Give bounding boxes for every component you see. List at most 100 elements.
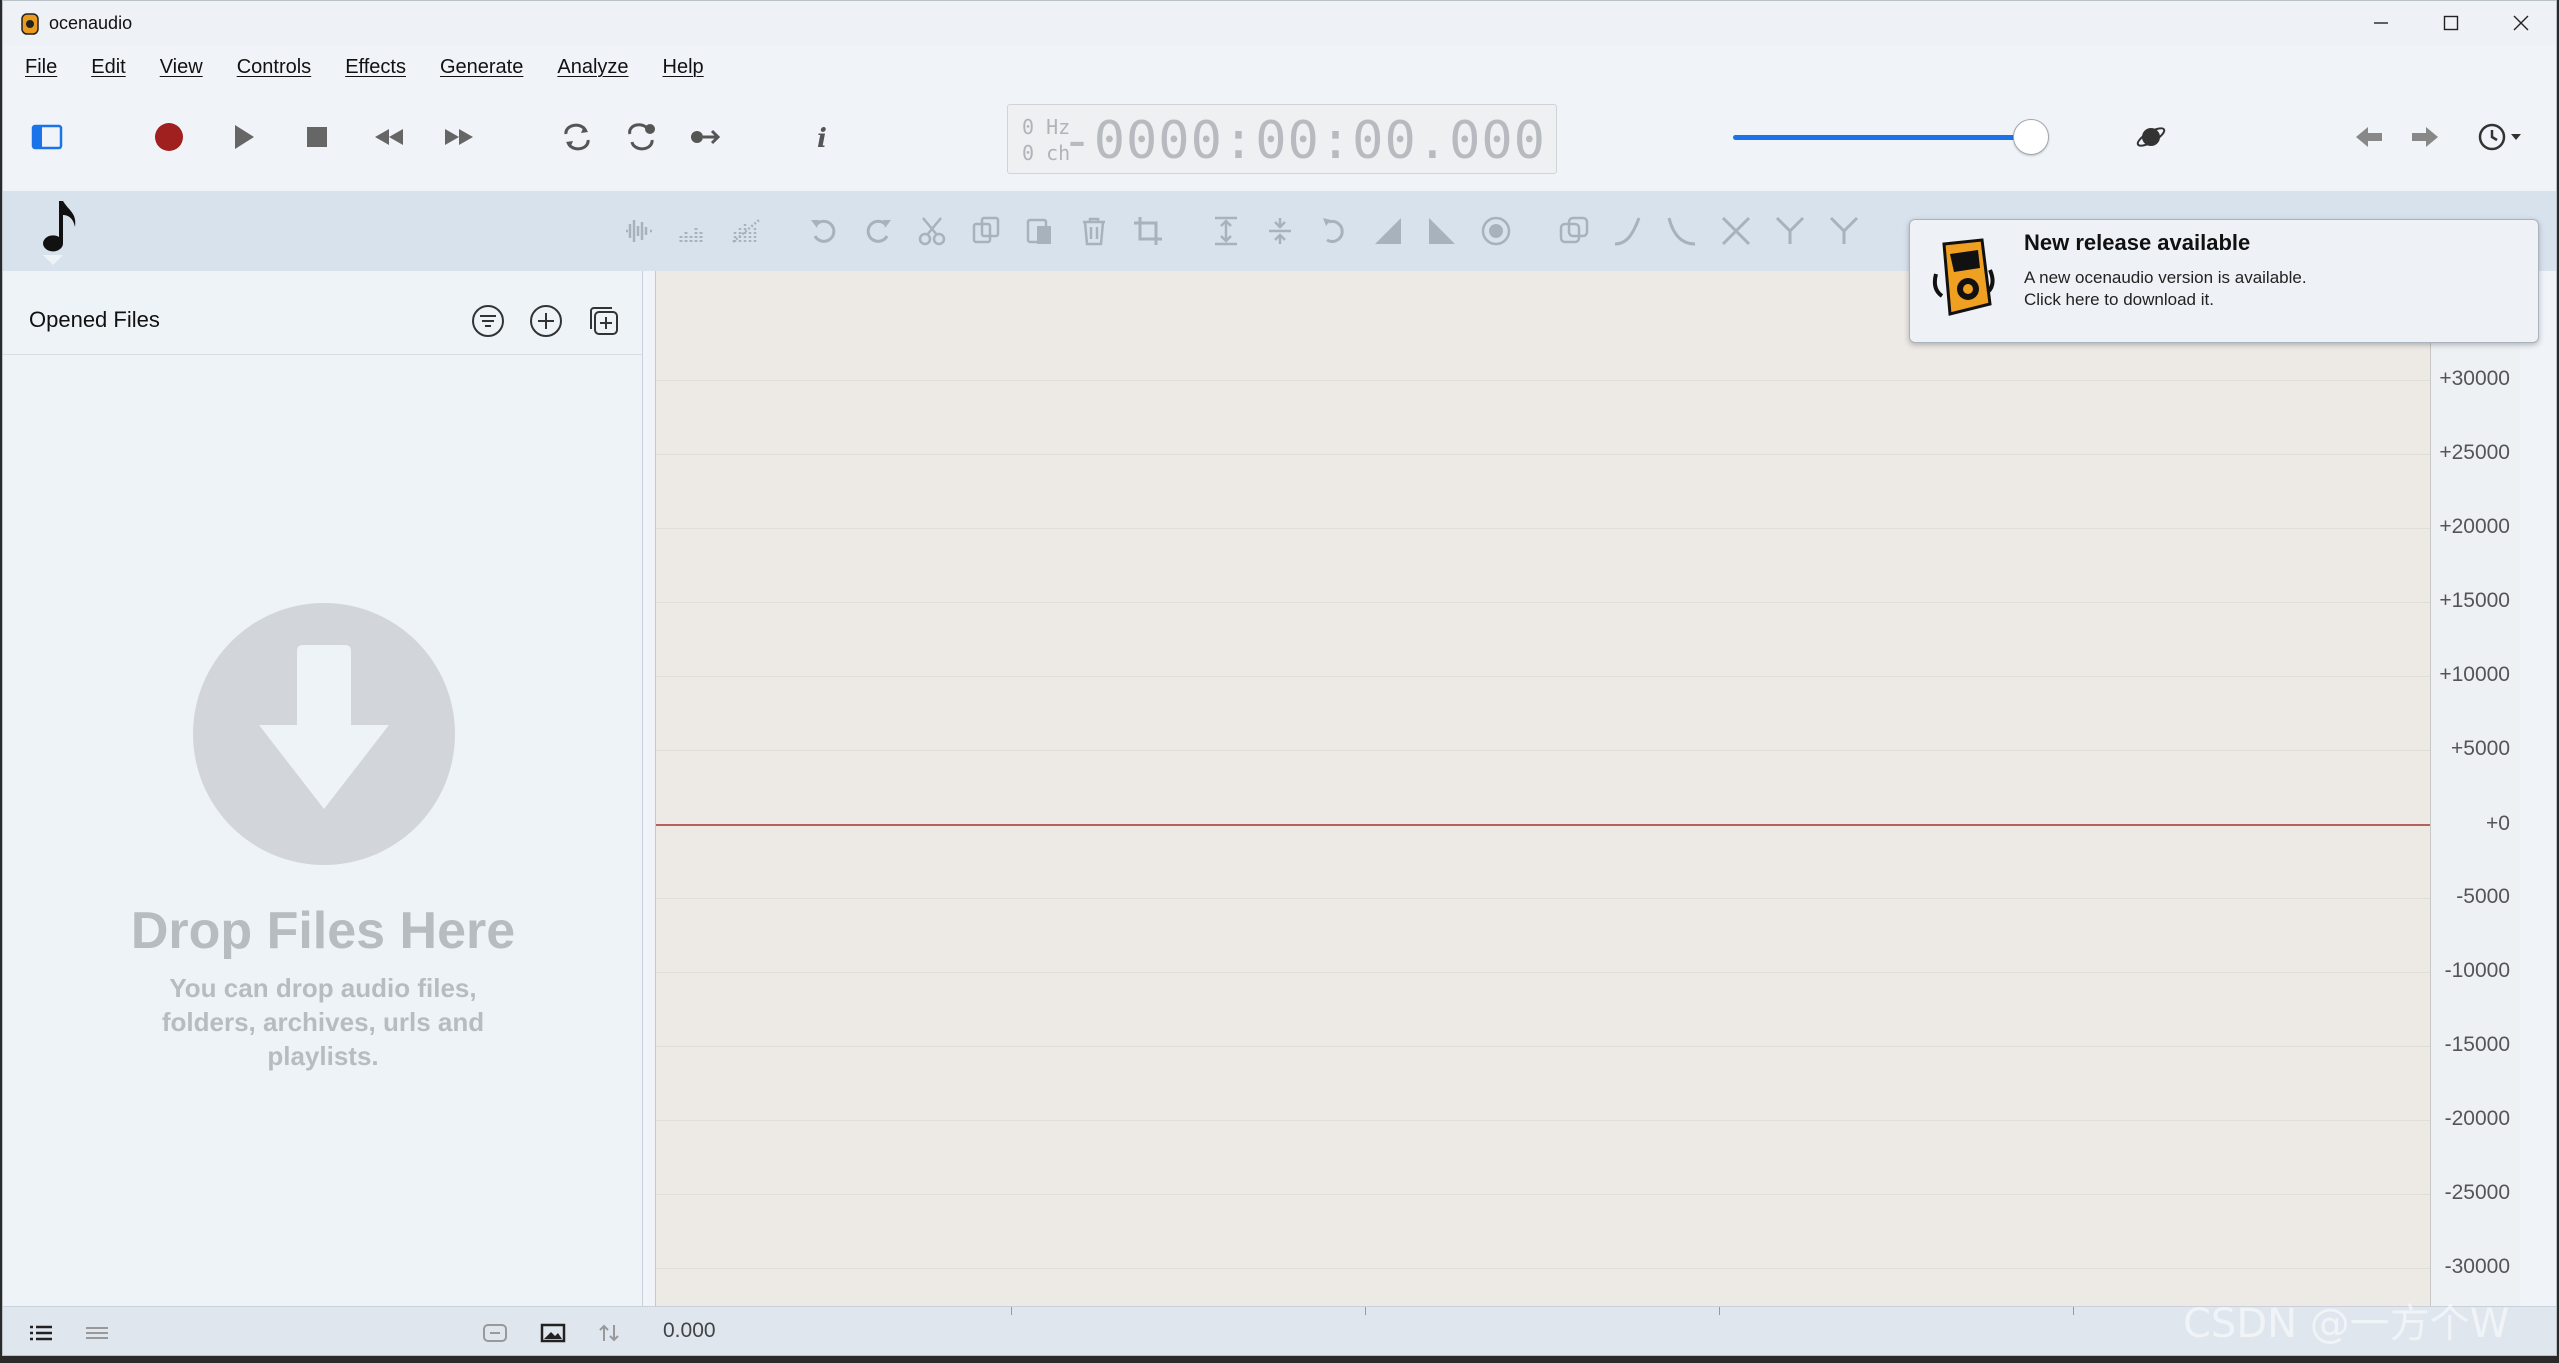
notification-link[interactable]: Click here to download it. [2024, 290, 2214, 310]
panel-header: Opened Files [3, 271, 642, 355]
time-display: 0 Hz 0 ch -0000:00:00.000 [1007, 104, 1557, 174]
copy-icon [972, 216, 1000, 244]
curve-down-button[interactable] [1655, 209, 1709, 253]
duplicate-icon [1559, 216, 1589, 244]
normalize-button[interactable] [1469, 209, 1523, 253]
update-notification[interactable]: New release available A new ocenaudio ve… [1909, 219, 2539, 343]
paste-button[interactable] [1013, 209, 1067, 253]
toggle-sidebar-button[interactable] [25, 115, 69, 159]
grid-line [656, 1046, 2430, 1047]
merge-icon [1775, 216, 1805, 244]
fade-out-icon [1429, 218, 1455, 244]
scale-label: +5000 [2451, 737, 2510, 760]
fast-forward-icon [445, 129, 473, 145]
list-view-icon[interactable] [27, 1321, 55, 1345]
scale-label: -10000 [2444, 959, 2510, 982]
menu-help[interactable]: Help [663, 56, 704, 79]
filter-icon [472, 305, 504, 337]
forward-button[interactable] [2403, 115, 2447, 159]
spectrum-icon [679, 226, 703, 242]
grid-line [656, 380, 2430, 381]
rewind-button[interactable] [367, 115, 411, 159]
new-file-button[interactable] [584, 301, 624, 341]
follow-playback-button[interactable] [683, 115, 727, 159]
menu-edit[interactable]: Edit [91, 56, 125, 79]
scale-label: +15000 [2439, 589, 2510, 612]
curve-up-button[interactable] [1601, 209, 1655, 253]
drop-subtitle: You can drop audio files, folders, archi… [161, 973, 485, 1071]
history-dropdown-button[interactable] [2469, 115, 2535, 159]
add-file-button[interactable] [526, 301, 566, 341]
spectrogram-view-button[interactable] [719, 209, 773, 253]
menu-view[interactable]: View [160, 56, 203, 79]
copy-button[interactable] [959, 209, 1013, 253]
menu-bar: File Edit View Controls Effects Generate… [3, 49, 738, 85]
spectrum-view-button[interactable] [665, 209, 719, 253]
mix-button[interactable] [1763, 209, 1817, 253]
back-button[interactable] [2347, 115, 2391, 159]
sort-icon[interactable] [595, 1321, 623, 1345]
menu-generate[interactable]: Generate [440, 56, 523, 79]
menu-file[interactable]: File [25, 56, 57, 79]
waveform-icon [626, 220, 652, 242]
loop-button[interactable] [555, 115, 599, 159]
split-icon [1829, 216, 1859, 244]
stop-button[interactable] [295, 115, 339, 159]
volume-thumb[interactable] [2012, 119, 2049, 155]
title-bar: ocenaudio [3, 1, 2556, 45]
watermark: CSDN @一方个W [2183, 1301, 2510, 1347]
close-button[interactable] [2486, 1, 2556, 45]
redo-button[interactable] [851, 209, 905, 253]
app-window: ocenaudio File Edit View Controls Effect… [2, 0, 2557, 1356]
undo-button[interactable] [797, 209, 851, 253]
menu-effects[interactable]: Effects [345, 56, 406, 79]
filter-button[interactable] [468, 301, 508, 341]
amplitude-scale: +30000 +25000 +20000 +15000 +10000 +5000… [2430, 271, 2520, 1306]
redo-icon [866, 219, 891, 243]
grid-line [656, 1194, 2430, 1195]
scale-label: +0 [2486, 812, 2510, 835]
info-button[interactable]: i [799, 115, 843, 159]
history-icon [2478, 123, 2521, 151]
scissors-icon [918, 217, 946, 246]
scale-label: +20000 [2439, 515, 2510, 538]
volume-slider[interactable] [1733, 119, 2053, 155]
record-button[interactable] [147, 115, 191, 159]
waveform-view-button[interactable] [611, 209, 665, 253]
transport-toolbar: i 0 Hz 0 ch -0000:00:00.000 [3, 93, 2556, 181]
maximize-button[interactable] [2416, 1, 2486, 45]
cut-button[interactable] [905, 209, 959, 253]
compact-view-icon[interactable] [83, 1321, 111, 1345]
region-icon[interactable] [481, 1321, 509, 1345]
expand-button[interactable] [1199, 209, 1253, 253]
shrink-button[interactable] [1253, 209, 1307, 253]
waveform-canvas[interactable] [655, 271, 2430, 1306]
menu-controls[interactable]: Controls [237, 56, 311, 79]
minimize-button[interactable] [2346, 1, 2416, 45]
crop-button[interactable] [1121, 209, 1175, 253]
scale-label: -15000 [2444, 1033, 2510, 1056]
music-note-icon [43, 201, 76, 265]
split-button[interactable] [1817, 209, 1871, 253]
shrink-vertical-icon [1269, 218, 1291, 244]
volume-track [1733, 135, 2031, 140]
info-icon: i [817, 124, 827, 154]
zero-amplitude-line [656, 824, 2430, 826]
delete-button[interactable] [1067, 209, 1121, 253]
drop-title: Drop Files Here [130, 902, 516, 960]
reverse-button[interactable] [1307, 209, 1361, 253]
menu-analyze[interactable]: Analyze [557, 56, 628, 79]
loop-record-button[interactable] [619, 115, 663, 159]
fade-in-button[interactable] [1361, 209, 1415, 253]
grid-line [656, 1268, 2430, 1269]
ruler-tick [1011, 1307, 1012, 1315]
play-button[interactable] [221, 115, 265, 159]
duplicate-button[interactable] [1547, 209, 1601, 253]
fast-forward-button[interactable] [437, 115, 481, 159]
rewind-icon [375, 129, 403, 145]
fade-out-button[interactable] [1415, 209, 1469, 253]
visualization-button[interactable] [2129, 115, 2173, 159]
image-icon[interactable] [539, 1321, 567, 1345]
crossfade-button[interactable] [1709, 209, 1763, 253]
timeline-start: 0.000 [663, 1319, 716, 1342]
